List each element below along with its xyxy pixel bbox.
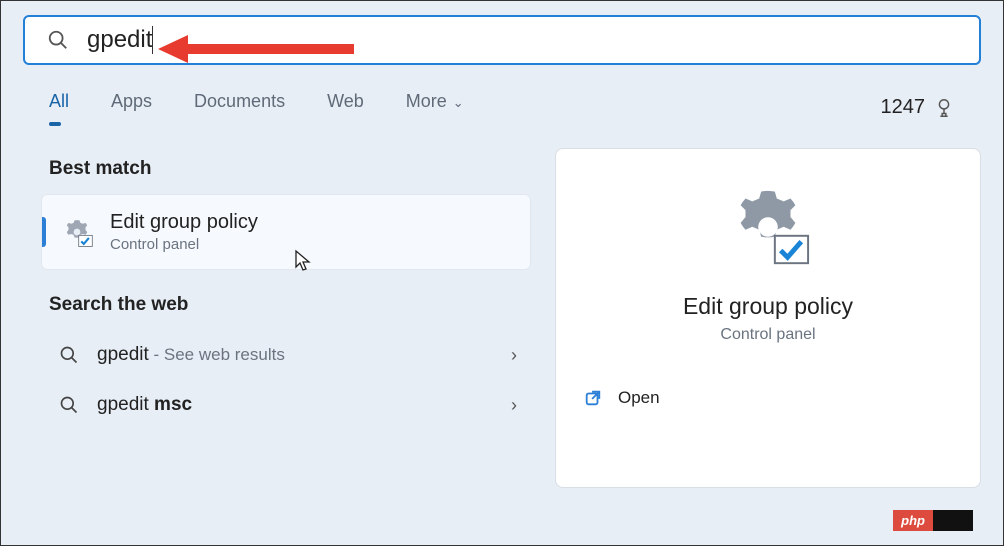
tab-apps[interactable]: Apps — [111, 91, 152, 124]
chevron-right-icon: › — [511, 395, 517, 416]
best-match-result[interactable]: Edit group policy Control panel — [41, 194, 531, 270]
web-result-gpedit[interactable]: gpedit - See web results › — [41, 330, 531, 380]
rewards-points[interactable]: 1247 — [881, 96, 956, 119]
tab-all[interactable]: All — [49, 91, 69, 124]
trophy-icon — [933, 97, 955, 119]
detail-panel: Edit group policy Control panel Open — [555, 148, 981, 488]
result-subtitle: Control panel — [110, 236, 258, 253]
web-result-gpedit-msc[interactable]: gpedit msc › — [41, 380, 531, 430]
mouse-cursor-icon — [294, 249, 312, 271]
open-action[interactable]: Open — [584, 388, 952, 408]
best-match-heading: Best match — [41, 148, 531, 194]
annotation-arrow — [156, 31, 356, 67]
chevron-right-icon: › — [511, 345, 517, 366]
search-web-heading: Search the web — [41, 270, 531, 330]
gear-check-icon — [60, 215, 94, 249]
filter-tabs: All Apps Documents Web More⌄ 1247 — [1, 65, 1003, 124]
result-title: Edit group policy — [110, 211, 258, 234]
search-icon — [59, 345, 79, 365]
tab-more[interactable]: More⌄ — [406, 91, 464, 124]
tab-documents[interactable]: Documents — [194, 91, 285, 124]
detail-subtitle: Control panel — [720, 326, 815, 344]
detail-title: Edit group policy — [683, 293, 853, 320]
tab-web[interactable]: Web — [327, 91, 364, 124]
gear-check-icon-large — [724, 183, 812, 271]
open-external-icon — [584, 389, 602, 407]
watermark-badge: php — [893, 510, 973, 531]
search-icon — [59, 395, 79, 415]
chevron-down-icon: ⌄ — [453, 95, 464, 110]
